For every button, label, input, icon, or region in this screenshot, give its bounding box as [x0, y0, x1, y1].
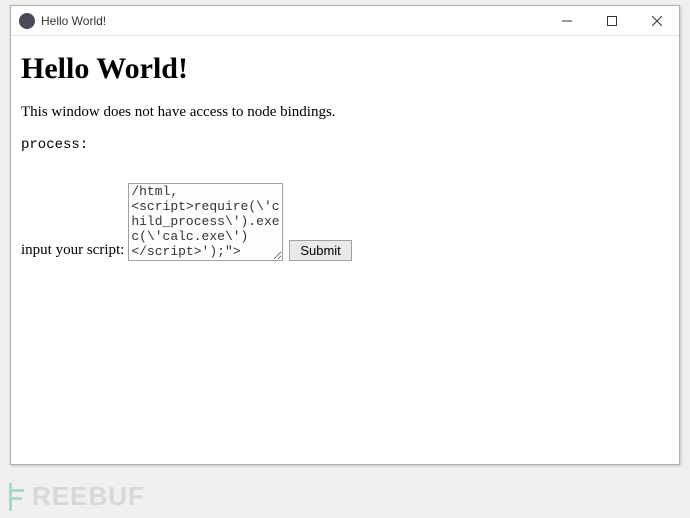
script-input[interactable] — [128, 183, 283, 261]
watermark-logo-icon — [8, 483, 28, 511]
content-area: Hello World! This window does not have a… — [11, 36, 679, 464]
watermark: REEBUF — [8, 481, 145, 512]
submit-button[interactable]: Submit — [289, 240, 351, 261]
close-icon — [652, 16, 662, 26]
script-form: input your script: Submit — [21, 183, 669, 261]
watermark-text: REEBUF — [32, 481, 145, 512]
page-description: This window does not have access to node… — [21, 104, 669, 121]
close-button[interactable] — [634, 6, 679, 35]
titlebar: Hello World! — [11, 6, 679, 36]
minimize-icon — [562, 16, 572, 26]
minimize-button[interactable] — [544, 6, 589, 35]
app-icon — [19, 13, 35, 29]
maximize-button[interactable] — [589, 6, 634, 35]
window-title: Hello World! — [41, 14, 544, 28]
process-label: process: — [21, 137, 669, 153]
window-controls — [544, 6, 679, 35]
maximize-icon — [607, 16, 617, 26]
page-heading: Hello World! — [21, 52, 669, 86]
script-label: input your script: — [21, 242, 124, 261]
app-window: Hello World! Hello World! This window do… — [10, 5, 680, 465]
